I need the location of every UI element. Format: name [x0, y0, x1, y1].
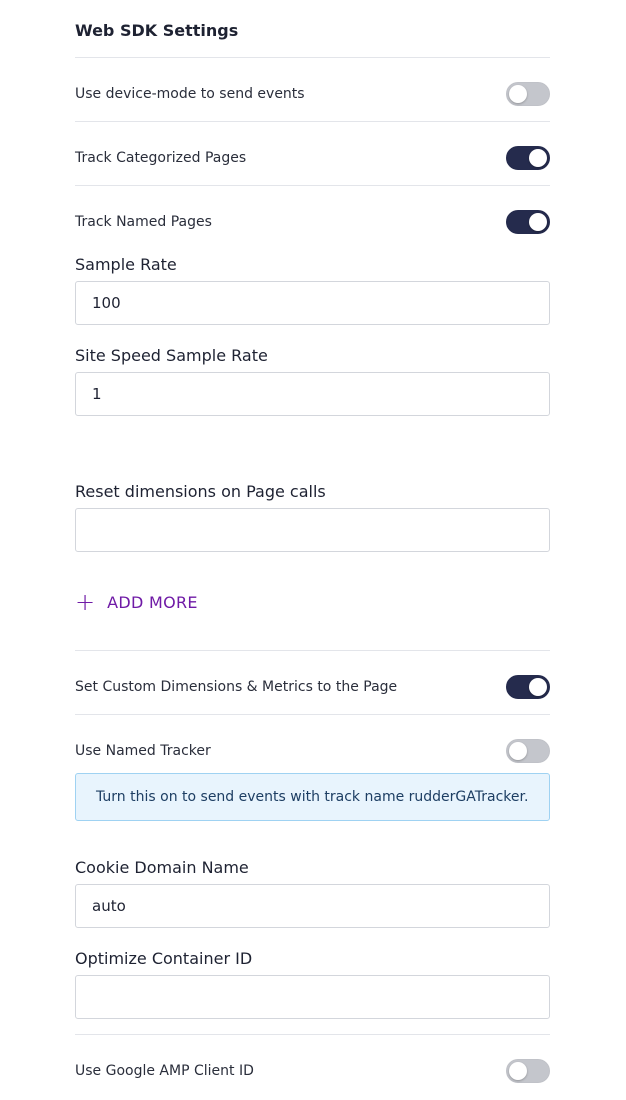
site-speed-sample-rate-input[interactable]	[75, 372, 550, 416]
optimize-container-input[interactable]	[75, 975, 550, 1019]
cookie-domain-label: Cookie Domain Name	[75, 858, 249, 877]
named-tracker-toggle[interactable]	[506, 739, 550, 763]
info-text: Turn this on to send events with track n…	[96, 789, 529, 805]
categorized-pages-toggle[interactable]	[506, 146, 550, 170]
add-more-button[interactable]: + ADD MORE	[75, 590, 198, 614]
device-mode-label: Use device-mode to send events	[75, 86, 305, 102]
device-mode-row: Use device-mode to send events	[75, 77, 550, 111]
named-pages-label: Track Named Pages	[75, 214, 212, 230]
amp-client-id-row: Use Google AMP Client ID	[75, 1054, 550, 1088]
toggle-knob	[529, 678, 547, 696]
add-more-label: ADD MORE	[107, 592, 198, 612]
amp-client-id-label: Use Google AMP Client ID	[75, 1063, 254, 1079]
reset-dimensions-label: Reset dimensions on Page calls	[75, 482, 326, 501]
custom-dimensions-label: Set Custom Dimensions & Metrics to the P…	[75, 679, 398, 695]
divider	[75, 1034, 550, 1035]
named-pages-toggle[interactable]	[506, 210, 550, 234]
divider	[75, 121, 550, 122]
named-tracker-label: Use Named Tracker	[75, 743, 211, 759]
device-mode-toggle[interactable]	[506, 82, 550, 106]
cookie-domain-input[interactable]	[75, 884, 550, 928]
named-pages-row: Track Named Pages	[75, 205, 550, 239]
divider	[75, 57, 550, 58]
info-box: Turn this on to send events with track n…	[75, 773, 550, 821]
named-tracker-row: Use Named Tracker	[75, 734, 550, 768]
sample-rate-label: Sample Rate	[75, 255, 177, 274]
plus-icon: +	[75, 588, 96, 616]
site-speed-sample-rate-label: Site Speed Sample Rate	[75, 346, 268, 365]
categorized-pages-row: Track Categorized Pages	[75, 141, 550, 175]
divider	[75, 714, 550, 715]
toggle-knob	[509, 1062, 527, 1080]
amp-client-id-toggle[interactable]	[506, 1059, 550, 1083]
divider	[75, 650, 550, 651]
sample-rate-input[interactable]	[75, 281, 550, 325]
categorized-pages-label: Track Categorized Pages	[75, 150, 247, 166]
toggle-knob	[529, 149, 547, 167]
reset-dimensions-input[interactable]	[75, 508, 550, 552]
divider	[75, 185, 550, 186]
toggle-knob	[529, 213, 547, 231]
web-sdk-settings-panel: Web SDK Settings Use device-mode to send…	[75, 0, 550, 1100]
custom-dimensions-toggle[interactable]	[506, 675, 550, 699]
optimize-container-label: Optimize Container ID	[75, 949, 253, 968]
custom-dimensions-row: Set Custom Dimensions & Metrics to the P…	[75, 670, 550, 704]
section-title: Web SDK Settings	[75, 21, 239, 40]
toggle-knob	[509, 85, 527, 103]
toggle-knob	[509, 742, 527, 760]
